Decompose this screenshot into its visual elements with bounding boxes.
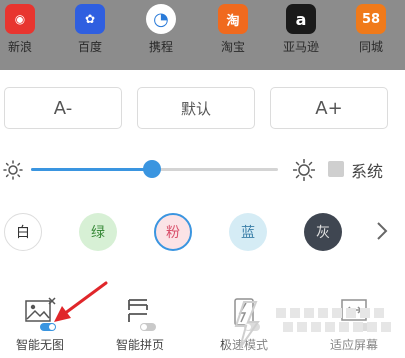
- tool-label: 智能拼页: [115, 338, 164, 352]
- tool-label: 适应屏幕: [329, 338, 378, 352]
- system-brightness-checkbox[interactable]: [328, 161, 344, 177]
- system-brightness-label: 系统: [351, 162, 384, 181]
- brightness-slider-fill: [31, 168, 153, 171]
- bg-color-blue[interactable]: 蓝: [229, 213, 267, 251]
- weibo-icon: ◉: [5, 4, 35, 34]
- shortcut-taobao[interactable]: 淘 淘宝: [213, 4, 253, 66]
- shortcut-58-tongcheng[interactable]: 58 同城: [351, 4, 391, 66]
- shortcut-ctrip[interactable]: ◔ 携程: [141, 4, 181, 66]
- bg-color-gray[interactable]: 灰: [304, 213, 342, 251]
- fit-screen-icon: [341, 299, 370, 331]
- tool-label: 极速模式: [219, 338, 268, 352]
- page-join-icon: [128, 299, 156, 331]
- baidu-paw-icon: ✿: [75, 4, 105, 34]
- font-decrease-button[interactable]: A-: [4, 87, 122, 129]
- brightness-high-icon: [293, 159, 315, 181]
- font-default-button[interactable]: 默认: [137, 87, 255, 129]
- amazon-icon: a: [286, 4, 316, 34]
- tool-label: 智能无图: [15, 338, 64, 352]
- brightness-slider-thumb[interactable]: [143, 160, 162, 178]
- shortcut-label: 同城: [358, 40, 383, 54]
- font-increase-button[interactable]: A+: [270, 87, 388, 129]
- no-image-mode-icon: [25, 297, 56, 331]
- chevron-right-icon[interactable]: [374, 220, 390, 242]
- 58-tongcheng-icon: 58: [356, 4, 386, 34]
- shortcut-weibo[interactable]: ◉ 新浪: [0, 4, 40, 66]
- speed-mode-icon: [234, 298, 260, 331]
- reading-settings-panel: A- 默认 A+ 系统 白 绿 粉 蓝 灰 智能无图 智能拼页 极速模式 适应屏…: [0, 70, 405, 358]
- shortcut-label: 新浪: [7, 40, 32, 54]
- shortcut-label: 亚马逊: [282, 40, 319, 54]
- shortcut-bar: ◉ 新浪 ✿ 百度 ◔ 携程 淘 淘宝 a 亚马逊 58 同城: [0, 0, 405, 70]
- tool-page-join[interactable]: 智能拼页: [105, 296, 175, 358]
- tool-speed-mode[interactable]: 极速模式: [209, 296, 279, 358]
- shortcut-amazon[interactable]: a 亚马逊: [277, 4, 325, 66]
- shortcut-label: 携程: [148, 40, 173, 54]
- shortcut-label: 百度: [77, 40, 102, 54]
- bg-color-white[interactable]: 白: [4, 213, 42, 251]
- bg-color-green[interactable]: 绿: [79, 213, 117, 251]
- shortcut-label: 淘宝: [220, 40, 245, 54]
- ctrip-dolphin-icon: ◔: [146, 4, 176, 34]
- tool-fit-screen[interactable]: 适应屏幕: [319, 296, 389, 358]
- taobao-icon: 淘: [218, 4, 248, 34]
- bg-color-pink[interactable]: 粉: [154, 213, 192, 251]
- tool-no-image[interactable]: 智能无图: [5, 296, 75, 358]
- shortcut-baidu[interactable]: ✿ 百度: [70, 4, 110, 66]
- brightness-low-icon: [3, 160, 23, 180]
